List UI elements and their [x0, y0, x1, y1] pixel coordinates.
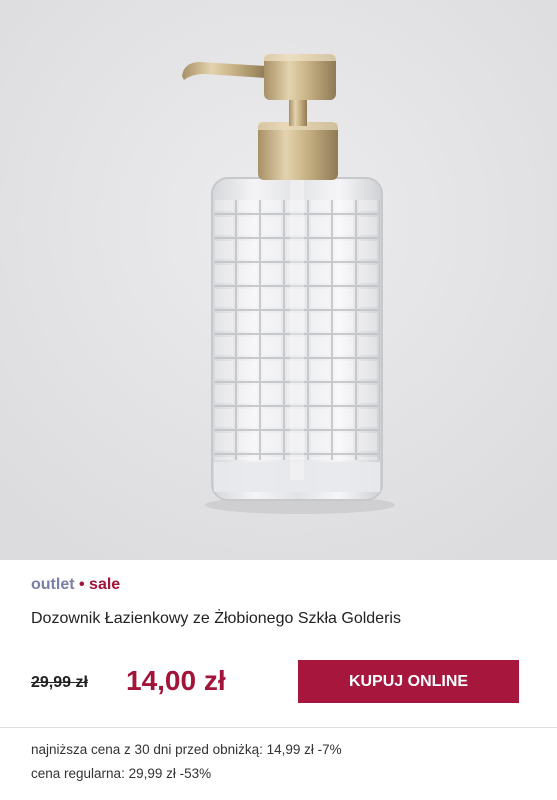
outlet-tag[interactable]: outlet — [31, 576, 75, 593]
product-image[interactable] — [0, 0, 557, 560]
tag-separator: • — [74, 576, 90, 593]
soap-dispenser-illustration — [0, 0, 557, 560]
lowest-price-note: najniższa cena z 30 dni przed obniżką: 1… — [31, 742, 342, 757]
regular-price-note: cena regularna: 29,99 zł -53% — [31, 766, 212, 781]
current-price: 14,00 zł — [126, 665, 226, 696]
divider — [0, 727, 557, 728]
product-title[interactable]: Dozownik Łazienkowy ze Żłobionego Szkła … — [31, 608, 401, 630]
product-tags: outlet • sale — [31, 574, 120, 596]
sale-tag[interactable]: sale — [89, 576, 120, 593]
old-price: 29,99 zł — [31, 674, 88, 691]
buy-online-button[interactable]: KUPUJ ONLINE — [298, 660, 519, 703]
